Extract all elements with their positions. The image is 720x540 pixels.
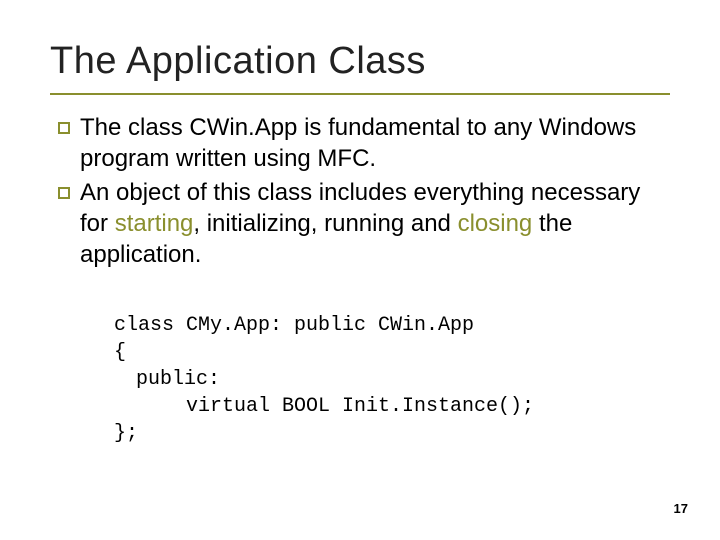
bullet-text-segment: , initializing, running and bbox=[193, 210, 457, 237]
bullet-text: An object of this class includes everyth… bbox=[80, 178, 670, 270]
bullet-text-segment: The class CWin.App is fundamental to any… bbox=[80, 114, 636, 172]
square-bullet-icon bbox=[58, 122, 70, 134]
title-divider bbox=[50, 93, 670, 95]
bullet-highlight: starting bbox=[115, 210, 194, 237]
code-line: }; bbox=[114, 422, 138, 445]
slide-body: The class CWin.App is fundamental to any… bbox=[50, 113, 670, 474]
bullet-highlight: closing bbox=[458, 210, 533, 237]
code-line: public: bbox=[114, 366, 670, 393]
code-line: virtual BOOL Init.Instance(); bbox=[114, 393, 670, 420]
code-block: class CMy.App: public CWin.App { public:… bbox=[114, 285, 670, 474]
bullet-text: The class CWin.App is fundamental to any… bbox=[80, 113, 670, 174]
bullet-item: An object of this class includes everyth… bbox=[58, 178, 670, 270]
code-line: { bbox=[114, 341, 126, 364]
code-line: class CMy.App: public CWin.App bbox=[114, 314, 474, 337]
bullet-item: The class CWin.App is fundamental to any… bbox=[58, 113, 670, 174]
slide-title: The Application Class bbox=[50, 40, 670, 83]
slide: The Application Class The class CWin.App… bbox=[0, 0, 720, 540]
square-bullet-icon bbox=[58, 187, 70, 199]
page-number: 17 bbox=[674, 501, 688, 516]
